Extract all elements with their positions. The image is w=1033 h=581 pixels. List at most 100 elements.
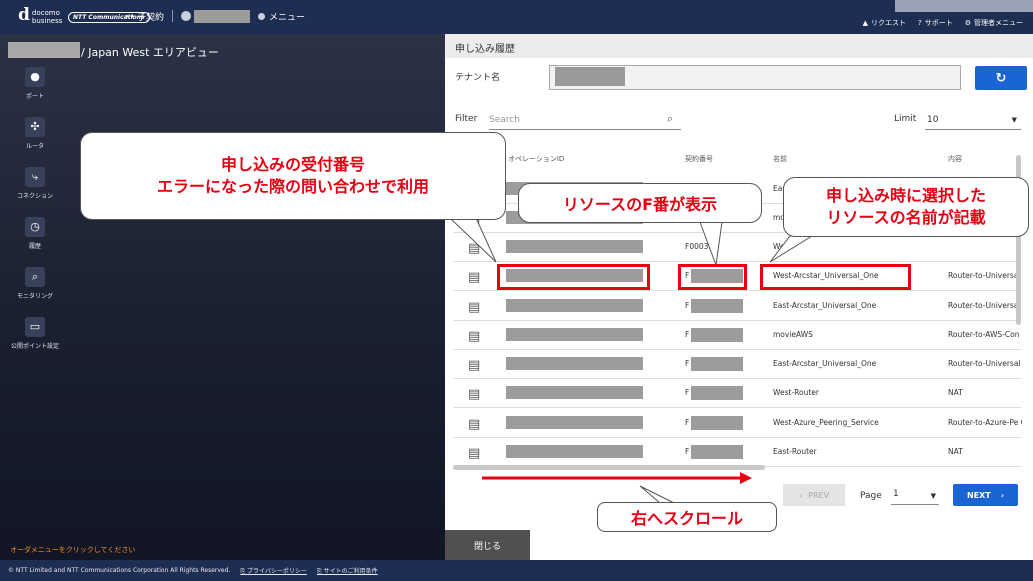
connection-icon: ⤷ <box>25 166 45 187</box>
document-icon[interactable]: ▤ <box>468 241 480 256</box>
limit-value: 10 <box>927 115 939 125</box>
terms-label: サイトのご利用条件 <box>323 567 378 575</box>
panel-title: 申し込み履歴 <box>445 34 1033 58</box>
callout-operation-id: 申し込みの受付番号 エラーになった際の問い合わせで利用 <box>80 132 506 220</box>
callout-op-line-1: 申し込みの受付番号 <box>220 155 365 174</box>
refresh-button[interactable]: ↻ <box>975 66 1027 90</box>
col-name: 名前 <box>773 155 787 163</box>
redacted-operation-id <box>506 240 643 253</box>
redacted-contract-no <box>691 386 743 400</box>
limit-label: Limit <box>894 114 917 124</box>
callout-name: 申し込み時に選択した リソースの名前が記載 <box>783 177 1029 237</box>
table-row[interactable]: ▤ F West-Azure_Peering_Service Router-to-Az… <box>453 409 1022 438</box>
sidebar-item-connection[interactable]: ⤷ コネクション <box>8 158 62 208</box>
resource-name: movieAWS <box>773 330 813 339</box>
contract-no: F <box>685 330 690 339</box>
sidebar-item-monitoring[interactable]: ⌕ モニタリング <box>8 258 62 308</box>
document-icon[interactable]: ▤ <box>468 300 480 315</box>
table-row[interactable]: ▤ FmovieAWS Router-to-AWS-Con <box>453 321 1021 350</box>
sidebar-item-public-point[interactable]: ▭ 公開ポイント設定 <box>8 308 62 358</box>
table-header: オペレーションID 契約番号 名前 内容 <box>453 152 1021 172</box>
document-icon[interactable]: ▤ <box>468 270 480 285</box>
redacted-area-name <box>8 42 80 58</box>
resource-name: East-Router <box>773 447 817 456</box>
order-content: NAT <box>948 388 963 397</box>
header-links: ▲ リクエスト ? サポート ⚙ 管理者メニュー <box>863 18 1023 28</box>
resource-name: East-Arcstar_Universal_One <box>773 301 877 310</box>
prev-button[interactable]: ‹ PREV <box>783 484 845 506</box>
document-icon[interactable]: ▤ <box>468 446 480 461</box>
document-icon[interactable]: ▤ <box>468 358 480 373</box>
callout-fno: リソースのF番が表示 <box>518 183 762 223</box>
contract-no: F <box>685 301 690 310</box>
sidebar-item-router[interactable]: ✣ ルータ <box>8 108 62 158</box>
highlight-contract-no <box>678 264 747 290</box>
tenant-label: テナント名 <box>455 73 501 83</box>
redacted-contract-no <box>691 328 743 342</box>
terms-link[interactable]: ⎘ サイトのご利用条件 <box>317 566 378 576</box>
redacted-operation-id <box>506 386 643 399</box>
resource-name: West-Router <box>773 388 819 397</box>
next-button[interactable]: NEXT › <box>953 484 1018 506</box>
search-icon[interactable]: ⌕ <box>667 112 673 126</box>
order-content: Router-to-Universal <box>948 271 1021 280</box>
admin-menu-label: 管理者メニュー <box>974 19 1023 27</box>
gear-icon: ⚙ <box>964 19 971 27</box>
privacy-label: プライバシーポリシー <box>247 567 307 575</box>
contract-no: F <box>685 418 690 427</box>
document-icon[interactable]: ▤ <box>468 329 480 344</box>
order-content: Router-to-Azure-Pe Connection <box>948 418 1022 427</box>
support-link[interactable]: ? サポート <box>918 18 953 28</box>
redacted-operation-id <box>506 416 643 429</box>
callout-name-line-2: リソースの名前が記載 <box>826 208 986 227</box>
brand-mark: d <box>18 5 30 25</box>
page-select[interactable]: 1 ▼ <box>891 487 939 505</box>
menu-button[interactable]: メニュー <box>258 10 305 23</box>
close-button[interactable]: 閉じる <box>445 530 530 560</box>
redacted-operation-id <box>506 357 643 370</box>
document-icon[interactable]: ▤ <box>468 387 480 402</box>
person-icon: ▲ <box>862 19 868 27</box>
filter-label: Filter <box>455 114 478 124</box>
document-icon[interactable]: ▤ <box>468 417 480 432</box>
table-row[interactable]: ▤ F East-Router NAT <box>453 438 1021 467</box>
horizontal-scrollbar[interactable] <box>453 465 765 470</box>
brand-line-1: docomo <box>31 9 60 17</box>
admin-menu-link[interactable]: ⚙ 管理者メニュー <box>965 18 1023 28</box>
user-icon <box>181 11 191 21</box>
contract-no: F <box>685 388 690 397</box>
history-icon: ◷ <box>25 216 45 237</box>
table-row[interactable]: ▤ F000391 Wes <box>453 233 1021 262</box>
area-view: / Japan West エリアビュー ● ポート ✣ ルータ ⤷ コネクション ◷ 履… <box>0 34 445 560</box>
col-operation-id: オペレーションID <box>508 155 565 163</box>
order-content: Router-to-Universal <box>948 359 1021 368</box>
support-label: サポート <box>924 19 953 27</box>
sidebar-label: コネクション <box>16 192 53 200</box>
hierarchy-icon: ⊶ <box>125 11 134 22</box>
top-bar: d docomo business NTT Communications ⊶ 子契… <box>0 0 1033 34</box>
request-label: リクエスト <box>871 19 906 27</box>
order-hint: オーダメニューをクリックしてください <box>10 546 136 554</box>
privacy-link[interactable]: ⎘ プライバシーポリシー <box>240 566 307 576</box>
table-row[interactable]: ▤ F East-Arcstar_Universal_One Router-to-Un… <box>453 292 1021 321</box>
highlight-name <box>760 264 911 290</box>
redacted-operation-id <box>506 299 643 312</box>
docomo-business-logo[interactable]: d docomo business <box>18 6 62 25</box>
router-icon: ✣ <box>25 116 45 137</box>
table-row[interactable]: ▤ F West-Router NAT <box>453 379 1021 408</box>
col-contract-no: 契約番号 <box>685 155 713 163</box>
redacted-account-name <box>194 10 250 23</box>
request-link[interactable]: ▲ リクエスト <box>863 18 906 28</box>
limit-select[interactable]: 10 ▼ <box>925 112 1021 130</box>
contract-no: F000391 <box>685 242 718 251</box>
sidebar-item-history[interactable]: ◷ 履歴 <box>8 208 62 258</box>
chevron-right-icon: › <box>1000 490 1005 500</box>
next-label: NEXT <box>966 490 991 500</box>
sub-contract-link[interactable]: ⊶ 子契約 <box>125 10 164 24</box>
page-label: Page <box>860 491 882 501</box>
table-row[interactable]: ▤ F East-Arcstar_Universal_One Router-to-Un… <box>453 350 1021 379</box>
search-input[interactable]: Search <box>489 112 681 130</box>
monitoring-icon: ⌕ <box>25 266 45 287</box>
redacted-operation-id <box>506 445 643 458</box>
sidebar-item-port[interactable]: ● ポート <box>8 58 62 108</box>
